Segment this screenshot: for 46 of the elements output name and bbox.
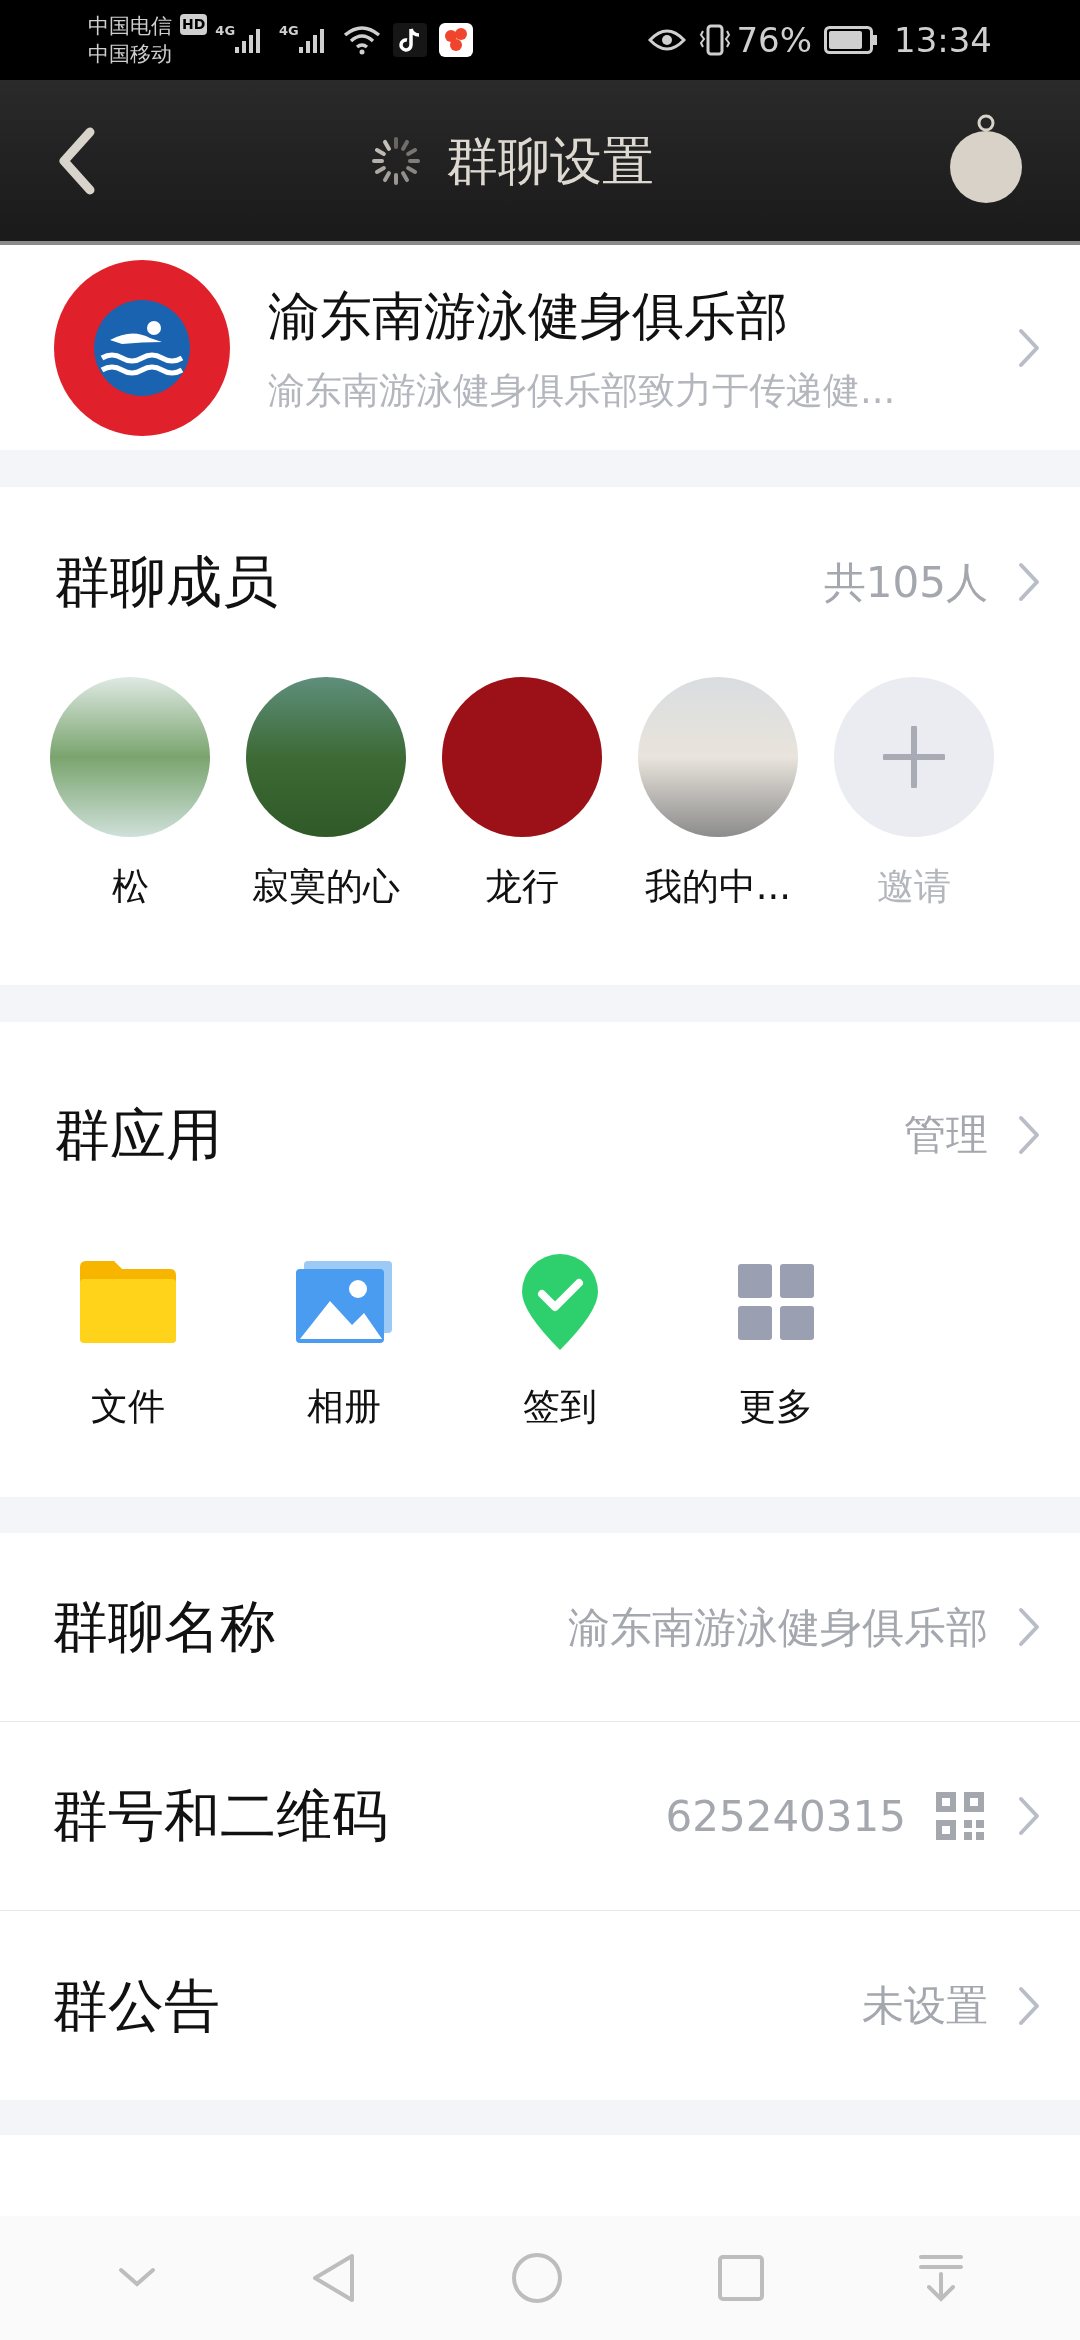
chevron-right-icon — [1018, 1114, 1040, 1155]
music-note-icon — [392, 23, 427, 57]
pull-down-icon[interactable] — [918, 2254, 963, 2302]
battery-icon — [824, 26, 878, 54]
member-item[interactable]: 松 — [50, 677, 210, 915]
chevron-right-icon — [1018, 562, 1040, 602]
group-description: 渝东南游泳健身俱乐部致力于传递健... — [268, 367, 897, 414]
section-title: 群应用 — [54, 1100, 223, 1169]
back-icon[interactable] — [312, 2253, 357, 2303]
chevron-right-icon — [1018, 1796, 1040, 1836]
recents-icon[interactable] — [717, 2255, 764, 2301]
app-item[interactable]: 文件 — [38, 1247, 218, 1435]
network-type: 4G — [215, 22, 236, 40]
section-title: 群聊成员 — [54, 548, 279, 616]
flower-app-icon — [438, 23, 473, 57]
group-name: 渝东南游泳健身俱乐部 — [268, 284, 789, 348]
vibrate-icon — [698, 23, 733, 57]
app-item[interactable]: 更多 — [686, 1247, 866, 1435]
battery-percent: 76% — [736, 18, 812, 62]
carrier-name: 中国移动 — [88, 41, 172, 68]
chevron-right-icon — [1018, 1985, 1040, 2026]
group-card[interactable]: 渝东南游泳健身俱乐部 渝东南游泳健身俱乐部致力于传递健... — [0, 245, 1080, 450]
member-item[interactable]: 龙行 — [442, 677, 602, 915]
grid-icon — [736, 1262, 816, 1342]
member-item[interactable]: 我的中... — [638, 677, 798, 915]
plus-icon — [883, 726, 945, 788]
hd-badge: HD — [180, 14, 208, 35]
member-item[interactable]: 寂寞的心 — [246, 677, 406, 915]
carrier-name: 中国电信 — [88, 13, 172, 40]
folder-icon — [78, 1259, 178, 1345]
home-icon[interactable] — [511, 2252, 563, 2304]
chevron-right-icon — [1018, 327, 1040, 368]
loading-spinner-icon — [370, 134, 422, 187]
app-item[interactable]: 签到 — [470, 1247, 650, 1435]
network-type: 4G — [279, 22, 299, 40]
clock-time: 13:34 — [894, 18, 992, 62]
settings-row[interactable]: 群聊名称 渝东南游泳健身俱乐部 — [0, 1533, 1080, 1722]
qr-code-icon — [936, 1792, 984, 1840]
app-item[interactable]: 相册 — [254, 1247, 434, 1435]
eye-icon — [648, 28, 687, 52]
settings-row[interactable]: 群公告 未设置 — [0, 1911, 1080, 2100]
picture-icon — [294, 1259, 394, 1345]
settings-row[interactable]: 群号和二维码 625240315 — [0, 1722, 1080, 1911]
wifi-icon — [342, 25, 381, 55]
page-title: 群聊设置 — [446, 129, 654, 193]
chevron-right-icon — [1018, 1607, 1040, 1647]
